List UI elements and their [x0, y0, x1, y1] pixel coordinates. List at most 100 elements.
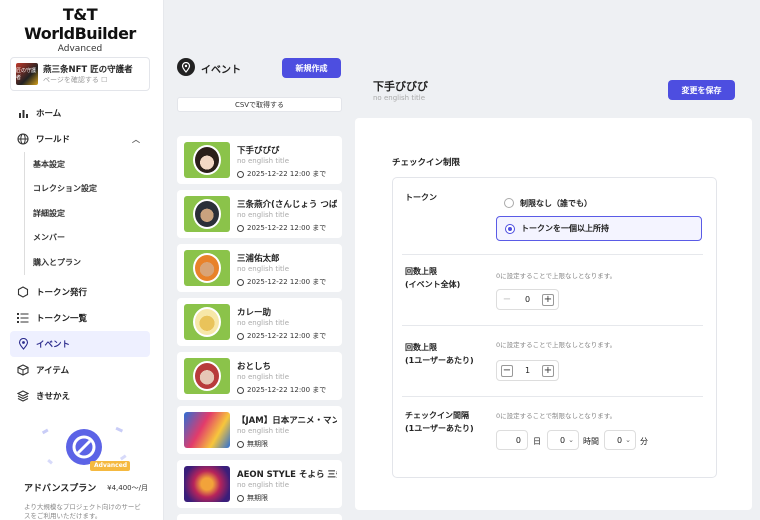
event-card[interactable]: カレー助 no english title 2025-12-22 12:00 ま…	[177, 298, 342, 346]
limit-user-label: 回数上限 (1ユーザーあたり)	[405, 342, 474, 368]
plan-title: アドバンスプラン	[24, 484, 97, 494]
event-thumbnail	[184, 412, 230, 448]
event-thumbnail	[184, 466, 230, 502]
map-pin-icon	[177, 58, 195, 76]
limit-user-stepper[interactable]: − 1 +	[496, 360, 559, 381]
org-view-link[interactable]: ページを確認する ☐	[43, 75, 133, 85]
event-card[interactable]: AEON STYLE そよら 三条 no english title 無期限	[177, 460, 342, 508]
hexagon-icon	[16, 285, 30, 299]
sidebar-subitem-members[interactable]: メンバー	[25, 226, 164, 251]
world-submenu: 基本設定 コレクション設定 詳細設定 メンバー 購入とプラン	[24, 152, 164, 275]
event-thumbnail	[184, 358, 230, 394]
limit-total-hint: 0に設定することで上限なしとなります。	[496, 272, 617, 280]
event-english-title: no english title	[237, 157, 290, 165]
event-card[interactable]: 【JAM】日本アニメ・マンガ no english title 無期限	[177, 406, 342, 454]
event-date: 2025-12-22 12:00 まで	[237, 331, 326, 341]
globe-icon	[16, 132, 30, 146]
divider	[402, 396, 703, 397]
sidebar-subitem-details[interactable]: 詳細設定	[25, 201, 164, 226]
plan-card[interactable]: Advanced アドバンスプラン ¥4,400〜/月 より大規模なプロジェクト…	[12, 420, 152, 520]
new-event-button[interactable]: 新規作成	[282, 58, 341, 78]
map-pin-icon	[16, 337, 30, 351]
org-card[interactable]: 匠の守護者 燕三条NFT 匠の守護者 ページを確認する ☐	[10, 57, 150, 91]
radio-label: 制限なし（誰でも）	[520, 198, 592, 208]
org-thumb-text: 匠の守護者	[16, 68, 37, 81]
sidebar-item-label: ホーム	[36, 109, 62, 119]
sidebar: T&T WorldBuilder Advanced 匠の守護者 燕三条NFT 匠…	[0, 0, 164, 520]
chevron-down-icon: ⌄	[625, 436, 631, 444]
logo-edition: Advanced	[57, 44, 103, 54]
event-card[interactable]: 下手びびび no english title 2025-12-22 12:00 …	[177, 136, 342, 184]
radio-option-hold-token[interactable]: トークンを一個以上所持	[496, 216, 702, 241]
event-name: 三条燕介(さんじょう つばめすけ)	[237, 200, 337, 210]
event-thumbnail	[184, 304, 230, 340]
event-date-text: 無期限	[247, 494, 268, 502]
event-english-title: no english title	[237, 427, 290, 435]
plan-illustration: Advanced	[34, 420, 134, 480]
hours-unit: 時間	[583, 437, 599, 446]
sidebar-item-home[interactable]: ホーム	[0, 100, 164, 126]
save-changes-button[interactable]: 変更を保存	[668, 80, 735, 100]
plan-price: ¥4,400〜/月	[107, 484, 148, 492]
stepper-value[interactable]: 0	[525, 295, 530, 304]
event-card-partial[interactable]	[177, 514, 342, 520]
sidebar-item-label: きせかえ	[36, 391, 71, 402]
increment-button[interactable]: +	[542, 364, 554, 377]
chevron-up-icon[interactable]: ︿	[132, 134, 140, 145]
decrement-button[interactable]: −	[501, 294, 513, 306]
event-english-title: no english title	[237, 319, 290, 327]
sidebar-subitem-basic[interactable]: 基本設定	[25, 152, 164, 177]
sidebar-item-label: イベント	[36, 339, 71, 350]
minutes-unit: 分	[640, 437, 648, 446]
detail-title: 下手びびび	[373, 80, 428, 93]
stepper-value[interactable]: 1	[525, 366, 530, 375]
interval-hours-select[interactable]: 0 ⌄	[547, 430, 579, 450]
clock-icon	[237, 494, 244, 502]
sidebar-item-item[interactable]: アイテム	[0, 357, 164, 383]
clock-icon	[237, 386, 244, 394]
event-date: 無期限	[237, 439, 268, 449]
event-card[interactable]: 三条燕介(さんじょう つばめすけ) no english title 2025-…	[177, 190, 342, 238]
app-logo[interactable]: T&T WorldBuilder Advanced	[10, 5, 150, 54]
plan-description: より大規模なプロジェクト向けのサービスをご利用いただけます。	[24, 503, 141, 520]
limit-user-hint: 0に設定することで上限なしとなります。	[496, 341, 617, 349]
avatar	[193, 307, 221, 337]
label-line: (1ユーザーあたり)	[405, 423, 474, 433]
chevron-down-icon: ⌄	[568, 436, 574, 444]
sidebar-item-event[interactable]: イベント	[10, 330, 150, 357]
sidebar-item-world[interactable]: ワールド ︿	[0, 126, 164, 152]
sidebar-nav: ホーム ワールド ︿ 基本設定 コレクション設定 詳細設定 メンバー 購入とプラ…	[0, 100, 164, 409]
decrement-button[interactable]: −	[501, 364, 513, 377]
interval-minutes-select[interactable]: 0 ⌄	[604, 430, 636, 450]
event-date: 2025-12-22 12:00 まで	[237, 223, 326, 233]
radio-option-no-limit[interactable]: 制限なし（誰でも）	[496, 192, 702, 214]
radio-button[interactable]	[504, 198, 514, 208]
clock-icon	[237, 170, 244, 178]
event-date-text: 無期限	[247, 440, 268, 448]
event-date-text: 2025-12-22 12:00 まで	[247, 332, 327, 340]
interval-days-input[interactable]: 0	[496, 430, 528, 450]
radio-button-selected[interactable]	[505, 223, 515, 234]
event-date: 無期限	[237, 493, 268, 503]
layers-icon	[16, 389, 30, 403]
sidebar-subitem-collection[interactable]: コレクション設定	[25, 177, 164, 202]
section-title-checkin: チェックイン制限	[392, 158, 461, 168]
increment-button[interactable]: +	[542, 293, 554, 306]
sidebar-subitem-billing[interactable]: 購入とプラン	[25, 250, 164, 275]
label-line: チェックイン間隔	[405, 411, 469, 420]
event-card[interactable]: 三浦佑太郎 no english title 2025-12-22 12:00 …	[177, 244, 342, 292]
limit-total-stepper[interactable]: − 0 +	[496, 289, 559, 310]
event-english-title: no english title	[237, 373, 290, 381]
select-value: 0	[560, 435, 566, 445]
chart-bar-icon	[16, 106, 30, 120]
event-name: AEON STYLE そよら 三条	[237, 470, 337, 480]
radio-label: トークンを一個以上所持	[521, 224, 609, 233]
events-title: イベント	[201, 65, 241, 76]
event-card[interactable]: おとしち no english title 2025-12-22 12:00 ま…	[177, 352, 342, 400]
detail-subtitle: no english title	[373, 94, 426, 102]
csv-export-button[interactable]: CSVで取得する	[177, 97, 342, 112]
sidebar-item-token-issue[interactable]: トークン発行	[0, 279, 164, 305]
event-thumbnail	[184, 142, 230, 178]
sidebar-item-token-list[interactable]: トークン一覧	[0, 305, 164, 331]
sidebar-item-dressup[interactable]: きせかえ	[0, 383, 164, 409]
